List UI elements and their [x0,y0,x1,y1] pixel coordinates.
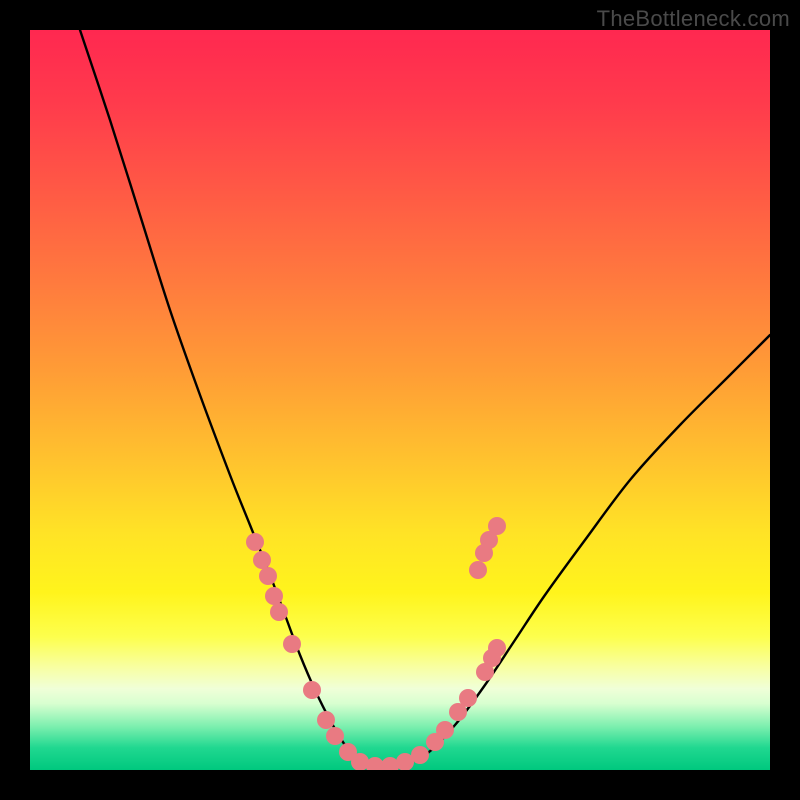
highlight-dot [303,681,321,699]
highlight-dot [253,551,271,569]
highlight-dot [270,603,288,621]
curve-svg [30,30,770,770]
highlight-dot [326,727,344,745]
highlight-dot [436,721,454,739]
highlight-dot [475,544,493,562]
highlight-dot [488,639,506,657]
chart-frame: TheBottleneck.com [0,0,800,800]
plot-area [30,30,770,770]
highlight-dot [259,567,277,585]
bottleneck-curve [80,30,770,767]
highlight-dots [246,517,506,770]
highlight-dot [283,635,301,653]
watermark-label: TheBottleneck.com [597,6,790,32]
highlight-dot [246,533,264,551]
highlight-dot [317,711,335,729]
highlight-dot [469,561,487,579]
highlight-dot [411,746,429,764]
highlight-dot [265,587,283,605]
highlight-dot [459,689,477,707]
